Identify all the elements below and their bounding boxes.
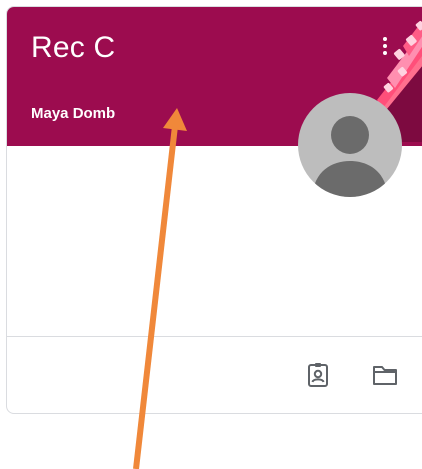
teacher-name: Maya Domb [31, 105, 116, 122]
screenshot-canvas: Rec C Maya Domb [0, 0, 422, 469]
class-title-link[interactable]: Rec C [31, 31, 115, 65]
class-card[interactable]: Rec C Maya Domb [6, 6, 422, 414]
class-card-footer [7, 337, 422, 413]
assignment-ind-icon[interactable] [302, 359, 334, 391]
more-options-icon[interactable] [373, 27, 397, 65]
folder-icon[interactable] [369, 359, 401, 391]
class-card-body [7, 146, 422, 336]
